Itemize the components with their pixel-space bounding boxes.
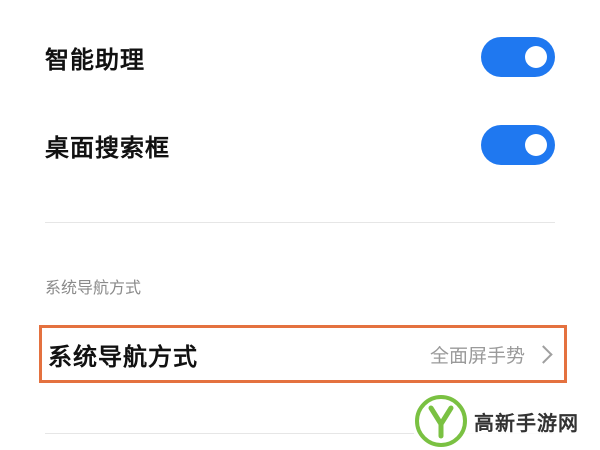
system-navigation-value-group: 全面屏手势 <box>429 341 553 368</box>
smart-assistant-row[interactable]: 智能助理 <box>45 37 555 77</box>
desktop-search-toggle[interactable] <box>481 125 555 165</box>
desktop-search-row[interactable]: 桌面搜索框 <box>45 125 555 165</box>
navigation-section-header: 系统导航方式 <box>45 278 142 297</box>
settings-screen: 智能助理 桌面搜索框 系统导航方式 系统导航方式 全面屏手势 高新手游网 <box>0 0 600 450</box>
smart-assistant-toggle[interactable] <box>481 37 555 77</box>
smart-assistant-label: 智能助理 <box>45 45 145 74</box>
section-divider <box>45 222 555 223</box>
toggle-knob <box>525 134 547 156</box>
toggle-knob <box>525 46 547 68</box>
system-navigation-value: 全面屏手势 <box>429 344 525 367</box>
system-navigation-label: 系统导航方式 <box>48 342 198 371</box>
site-watermark: 高新手游网 <box>414 392 600 450</box>
system-navigation-row[interactable]: 系统导航方式 全面屏手势 <box>39 325 567 383</box>
site-logo-icon <box>415 395 467 447</box>
chevron-right-icon <box>534 344 553 364</box>
desktop-search-label: 桌面搜索框 <box>45 133 170 162</box>
watermark-text: 高新手游网 <box>474 410 579 435</box>
